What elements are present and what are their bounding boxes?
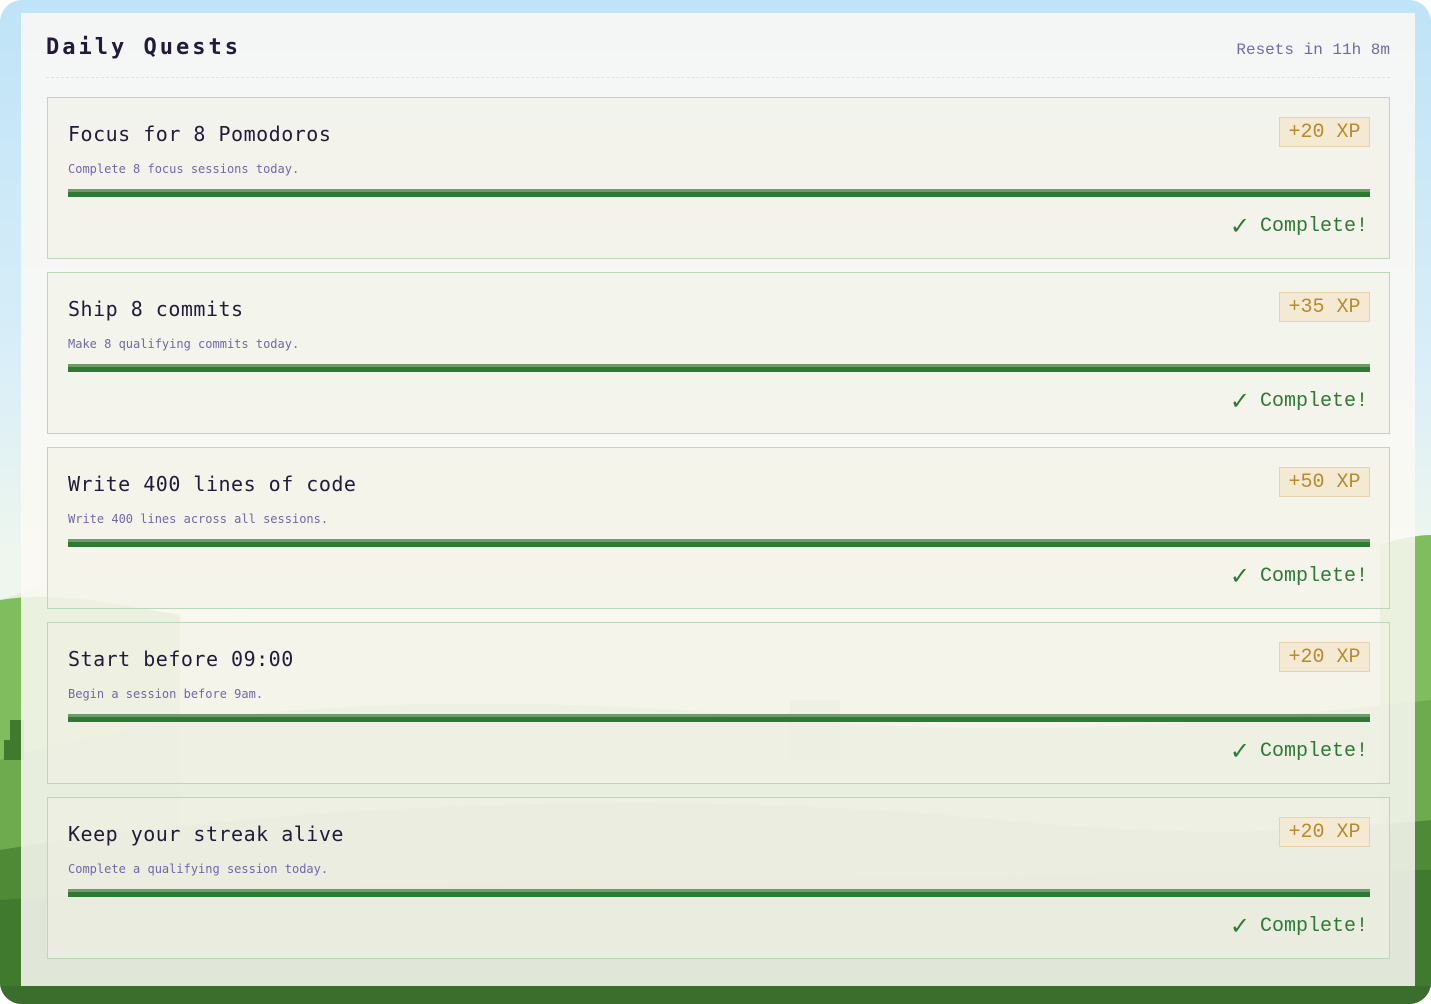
quest-title: Ship 8 commits xyxy=(68,297,244,321)
quest-status-label: Complete! xyxy=(1259,739,1368,763)
quest-progress-fill xyxy=(68,889,1370,897)
quest-progress-bar xyxy=(68,714,1370,722)
check-icon: ✓ xyxy=(1229,387,1250,415)
quest-card[interactable]: Keep your streak alive Complete a qualif… xyxy=(47,797,1390,959)
check-icon: ✓ xyxy=(1229,912,1250,940)
quest-status: ✓ Complete! xyxy=(1230,562,1368,590)
quest-description: Make 8 qualifying commits today. xyxy=(68,337,300,351)
check-icon: ✓ xyxy=(1229,737,1250,765)
ground-strip xyxy=(0,986,1431,1004)
quest-status-label: Complete! xyxy=(1259,389,1368,413)
quest-status: ✓ Complete! xyxy=(1230,737,1368,765)
quest-card[interactable]: Ship 8 commits Make 8 qualifying commits… xyxy=(47,272,1390,434)
xp-reward-badge: +20 XP xyxy=(1279,642,1370,672)
quest-progress-fill xyxy=(68,714,1370,722)
quest-status-label: Complete! xyxy=(1259,914,1368,938)
quest-status: ✓ Complete! xyxy=(1230,212,1368,240)
quest-status-label: Complete! xyxy=(1259,564,1368,588)
quest-card[interactable]: Focus for 8 Pomodoros Complete 8 focus s… xyxy=(47,97,1390,259)
quest-title: Write 400 lines of code xyxy=(68,472,357,496)
quest-description: Complete 8 focus sessions today. xyxy=(68,162,300,176)
quest-progress-fill xyxy=(68,364,1370,372)
quest-status-label: Complete! xyxy=(1259,214,1368,238)
quest-progress-bar xyxy=(68,189,1370,197)
page-title: Daily Quests xyxy=(46,35,241,60)
panel-header: Daily Quests Resets in 11h 8m xyxy=(46,13,1390,78)
quest-status: ✓ Complete! xyxy=(1230,387,1368,415)
quest-progress-fill xyxy=(68,539,1370,547)
quest-card[interactable]: Start before 09:00 Begin a session befor… xyxy=(47,622,1390,784)
quest-title: Keep your streak alive xyxy=(68,822,344,846)
xp-reward-badge: +35 XP xyxy=(1279,292,1370,322)
quest-description: Write 400 lines across all sessions. xyxy=(68,512,329,526)
daily-quests-panel: Daily Quests Resets in 11h 8m Focus for … xyxy=(21,13,1415,986)
quest-progress-fill xyxy=(68,189,1370,197)
quest-description: Begin a session before 9am. xyxy=(68,687,264,701)
app-window: Daily Quests Resets in 11h 8m Focus for … xyxy=(0,0,1431,1004)
quest-progress-bar xyxy=(68,364,1370,372)
xp-reward-badge: +20 XP xyxy=(1279,817,1370,847)
quest-title: Start before 09:00 xyxy=(68,647,294,671)
xp-reward-badge: +50 XP xyxy=(1279,467,1370,497)
reset-timer: Resets in 11h 8m xyxy=(1236,41,1390,59)
quest-progress-bar xyxy=(68,539,1370,547)
xp-reward-badge: +20 XP xyxy=(1279,117,1370,147)
quest-card[interactable]: Write 400 lines of code Write 400 lines … xyxy=(47,447,1390,609)
quest-status: ✓ Complete! xyxy=(1230,912,1368,940)
quest-progress-bar xyxy=(68,889,1370,897)
check-icon: ✓ xyxy=(1229,562,1250,590)
quest-title: Focus for 8 Pomodoros xyxy=(68,122,332,146)
quest-description: Complete a qualifying session today. xyxy=(68,862,329,876)
check-icon: ✓ xyxy=(1229,212,1250,240)
